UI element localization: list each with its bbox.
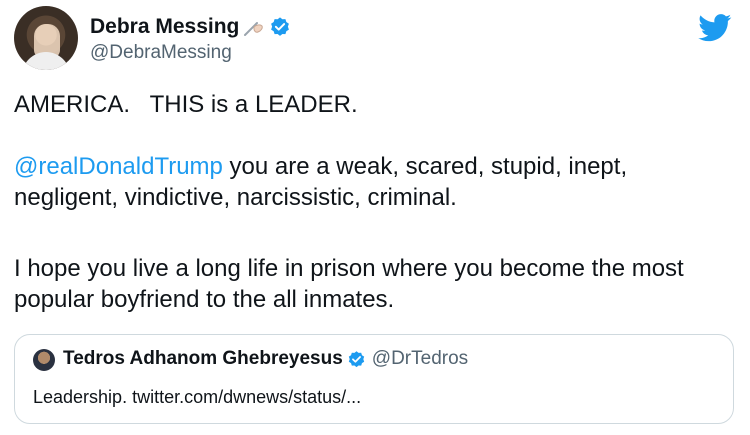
author-name-row: Debra Messing <box>90 14 291 40</box>
mention-link[interactable]: @realDonaldTrump <box>14 153 223 180</box>
avatar-shirt <box>22 52 70 70</box>
author-handle[interactable]: @DebraMessing <box>90 42 232 64</box>
tweet-line-1: AMERICA. THIS is a LEADER. <box>14 91 358 118</box>
tweet-paragraph-2: @realDonaldTrump you are a weak, scared,… <box>14 151 734 213</box>
tweet-paragraph-3: I hope you live a long life in prison wh… <box>14 255 684 313</box>
author-display-name[interactable]: Debra Messing <box>90 14 239 40</box>
verified-badge-icon <box>269 16 291 38</box>
quoted-tweet-card[interactable]: Tedros Adhanom Ghebreyesus @DrTedros Lea… <box>14 334 734 424</box>
quoted-name-row: Tedros Adhanom Ghebreyesus @DrTedros <box>63 347 468 371</box>
quoted-avatar[interactable] <box>33 349 55 371</box>
twitter-bird-icon[interactable] <box>698 14 732 42</box>
quoted-display-name[interactable]: Tedros Adhanom Ghebreyesus <box>63 347 343 371</box>
quoted-handle[interactable]: @DrTedros <box>372 347 468 371</box>
verified-badge-icon <box>347 350 366 369</box>
writing-hand-emoji-icon <box>242 15 266 39</box>
author-avatar[interactable] <box>14 6 78 70</box>
quoted-tweet-text: Leadership. twitter.com/dwnews/status/..… <box>33 387 362 407</box>
